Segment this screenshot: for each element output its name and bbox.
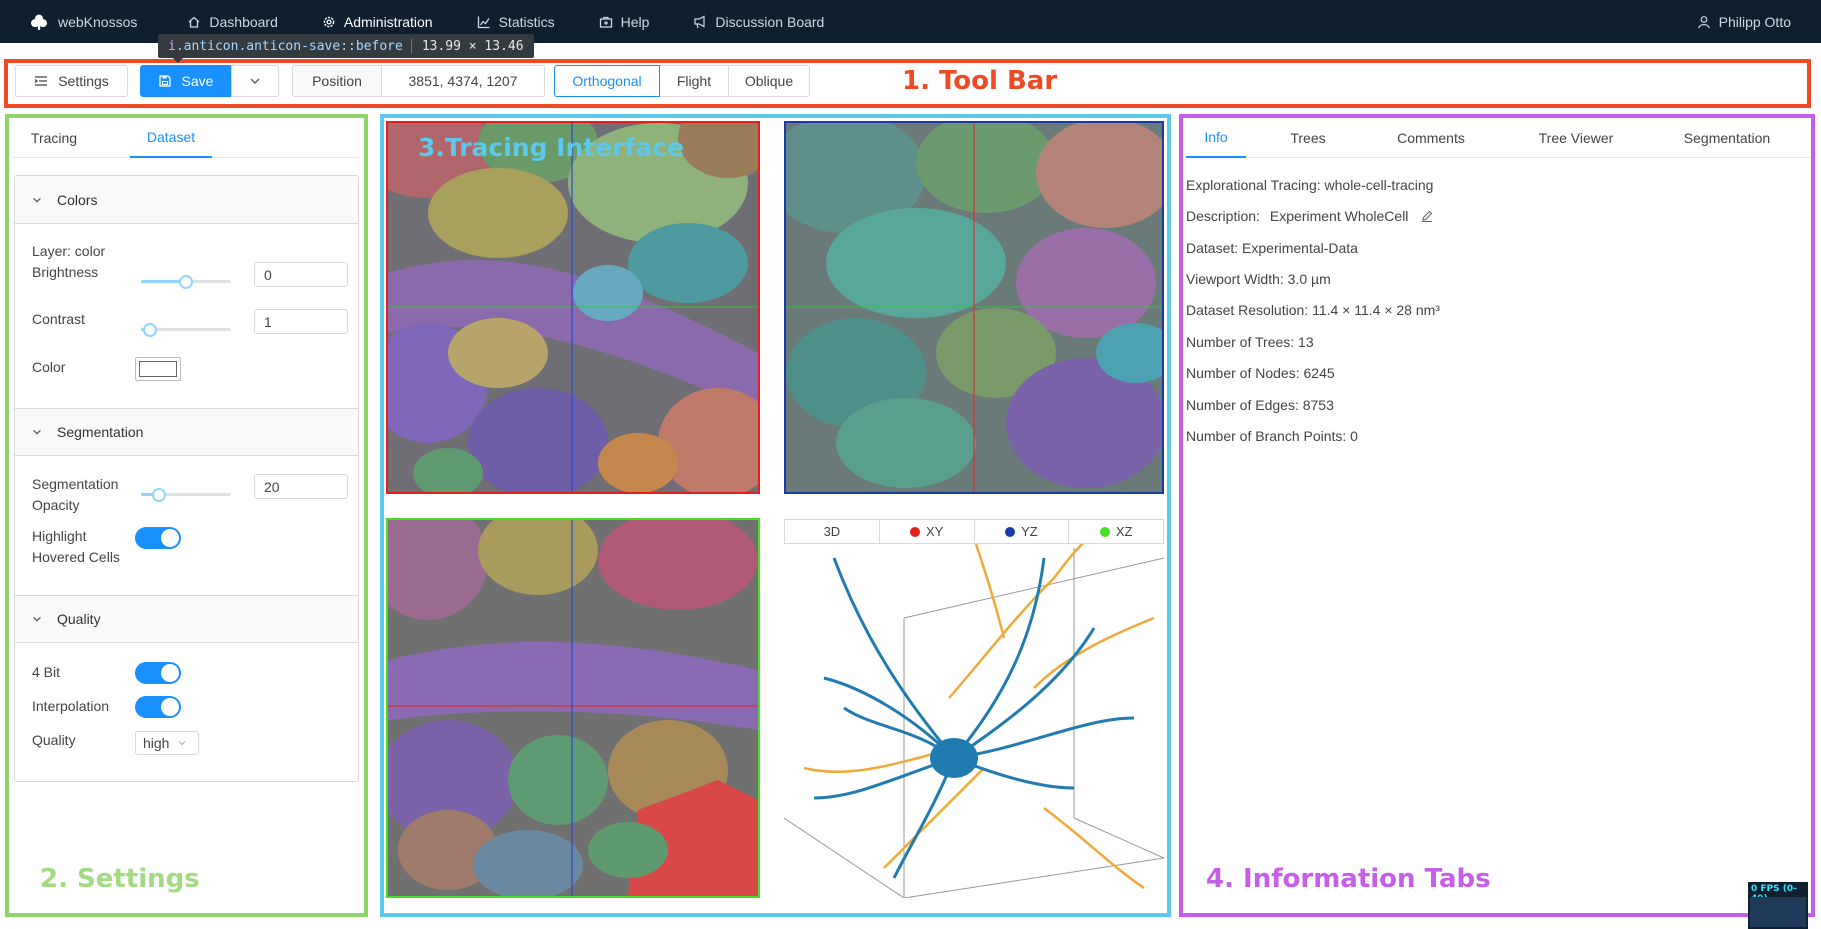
webknossos-logo-icon bbox=[31, 14, 47, 30]
fps-meter: 0 FPS (0-49) bbox=[1748, 882, 1808, 929]
viewport-tab-xz-label: XZ bbox=[1115, 524, 1133, 539]
devtools-tooltip: i.anticon.anticon-save::before 13.99 × 1… bbox=[158, 34, 534, 58]
info-annotation-label: 4. Information Tabs bbox=[1206, 864, 1491, 894]
nav-discussion-board[interactable]: Discussion Board bbox=[671, 0, 846, 43]
yz-color-dot bbox=[1005, 526, 1016, 537]
home-icon bbox=[188, 16, 200, 28]
tooltip-selector-group: i.anticon.anticon-save::before bbox=[158, 39, 411, 54]
xz-color-dot bbox=[1099, 526, 1110, 537]
nav-discussion-board-label: Discussion Board bbox=[715, 13, 825, 30]
medicine-box-icon bbox=[599, 16, 612, 28]
toolbar-annotation-label: 1. Tool Bar bbox=[902, 66, 1058, 96]
viewport-tab-yz[interactable]: YZ bbox=[975, 520, 1070, 543]
gear-icon bbox=[323, 16, 335, 27]
viewport-tab-xy-label: XY bbox=[925, 524, 944, 539]
nav-help[interactable]: Help bbox=[577, 0, 672, 43]
line-chart-icon bbox=[477, 16, 490, 28]
nav-statistics-label: Statistics bbox=[498, 13, 555, 30]
viewport-3d-tabs: 3D XY YZ XZ bbox=[784, 519, 1164, 544]
tooltip-tag: i bbox=[168, 38, 176, 54]
tracing-annotation-label: 3.Tracing Interface bbox=[418, 133, 685, 162]
xy-color-dot bbox=[909, 526, 920, 537]
viewport-tab-xy[interactable]: XY bbox=[880, 520, 975, 543]
brand-link[interactable]: webKnossos bbox=[0, 0, 165, 43]
tracing-annotation-frame bbox=[380, 114, 1171, 917]
tooltip-arrow bbox=[172, 57, 184, 63]
mode-orthogonal-button[interactable]: Orthogonal bbox=[554, 65, 660, 97]
user-icon bbox=[1697, 15, 1710, 28]
brand-label: webKnossos bbox=[58, 13, 138, 30]
viewport-tab-yz-label: YZ bbox=[1021, 524, 1038, 539]
fps-graph bbox=[1750, 897, 1806, 927]
nav-help-label: Help bbox=[620, 13, 650, 30]
nav-dashboard-label: Dashboard bbox=[209, 13, 278, 30]
viewport-tab-3d-label: 3D bbox=[823, 524, 841, 539]
viewport-tab-3d[interactable]: 3D bbox=[785, 520, 880, 543]
user-name: Philipp Otto bbox=[1718, 13, 1791, 30]
tooltip-size: 13.99 × 13.46 bbox=[410, 38, 534, 54]
viewport-tab-xz[interactable]: XZ bbox=[1069, 520, 1163, 543]
nav-administration-label: Administration bbox=[343, 13, 433, 30]
settings-annotation-label: 2. Settings bbox=[40, 864, 200, 894]
user-menu[interactable]: Philipp Otto bbox=[1675, 0, 1821, 43]
tooltip-selector: .anticon.anticon-save::before bbox=[175, 38, 403, 54]
settings-annotation-frame bbox=[5, 114, 368, 917]
notification-icon bbox=[694, 15, 706, 28]
info-annotation-frame bbox=[1179, 114, 1815, 917]
